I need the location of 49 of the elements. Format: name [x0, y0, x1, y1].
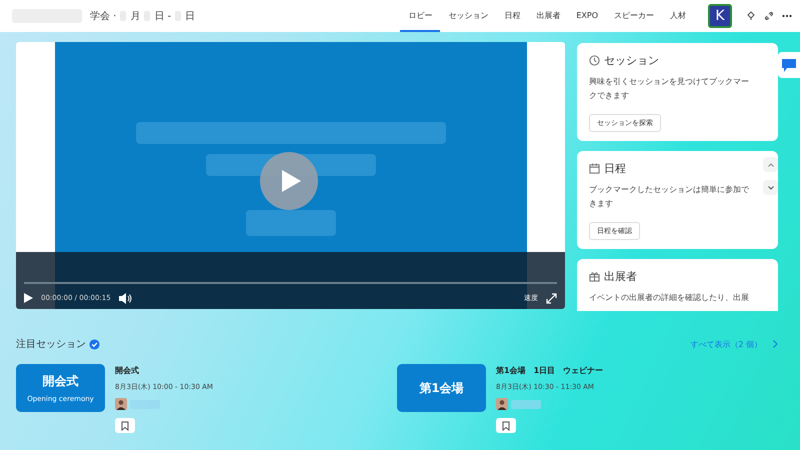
play-icon[interactable] [24, 293, 33, 303]
card-description: 興味を引くセッションを見つけてブックマークできます [589, 76, 750, 102]
nav-tab[interactable]: 日程 [496, 0, 528, 32]
nav-tab[interactable]: EXPO [568, 0, 606, 32]
clock-icon [589, 55, 600, 66]
speaker-avatar [115, 398, 127, 410]
calendar-icon [589, 163, 600, 174]
scroll-up-button[interactable] [763, 157, 778, 172]
card-description: ブックマークしたセッションは簡単に参加できます [589, 184, 750, 210]
verified-icon [89, 338, 100, 350]
pin-icon[interactable] [746, 11, 756, 21]
session-thumbnail[interactable]: 第1会場 [397, 364, 486, 412]
nav-tab[interactable]: 人材 [662, 0, 694, 32]
session-title[interactable]: 開会式 [115, 365, 139, 376]
section-title: 注目セッション [16, 338, 86, 351]
event-title: 学会 · [90, 10, 116, 23]
scroll-down-button[interactable] [763, 180, 778, 195]
nav-tab[interactable]: ロビー [400, 0, 440, 32]
nav-tab[interactable]: 出展者 [528, 0, 568, 32]
chat-icon [781, 58, 797, 72]
card-description: イベントの出展者の詳細を確認したり、出展 [589, 292, 750, 304]
card-title: 日程 [604, 161, 626, 176]
event-date: 月 [130, 10, 140, 23]
bookmark-button[interactable] [496, 418, 516, 433]
chevron-up-icon [768, 162, 774, 166]
chevron-down-icon [768, 186, 774, 190]
thumbnail-title: 開会式 [42, 373, 78, 390]
session-title[interactable]: 第1会場 1日目 ウェビナー [496, 365, 604, 376]
more-icon[interactable] [782, 14, 792, 18]
play-icon [280, 169, 302, 193]
fullscreen-icon[interactable] [546, 292, 557, 304]
chat-button[interactable] [778, 52, 800, 78]
link-icon[interactable] [764, 11, 774, 21]
thumbnail-title: 第1会場 [419, 380, 464, 396]
user-avatar[interactable]: K [708, 4, 732, 28]
event-date: 日 [185, 10, 196, 23]
card-title: セッション [604, 53, 659, 68]
event-date: 日 - [154, 10, 172, 23]
nav-tab[interactable]: セッション [440, 0, 496, 32]
nav-tab[interactable]: スピーカー [606, 0, 662, 32]
chevron-right-icon[interactable] [773, 340, 778, 348]
card-title: 出展者 [604, 269, 637, 284]
volume-icon[interactable] [118, 292, 132, 304]
bookmark-icon [502, 420, 510, 430]
bookmark-button[interactable] [115, 418, 135, 433]
redacted-block [511, 400, 541, 408]
gift-icon [589, 271, 600, 282]
speaker-avatar [496, 398, 508, 410]
bookmark-icon [121, 420, 129, 430]
